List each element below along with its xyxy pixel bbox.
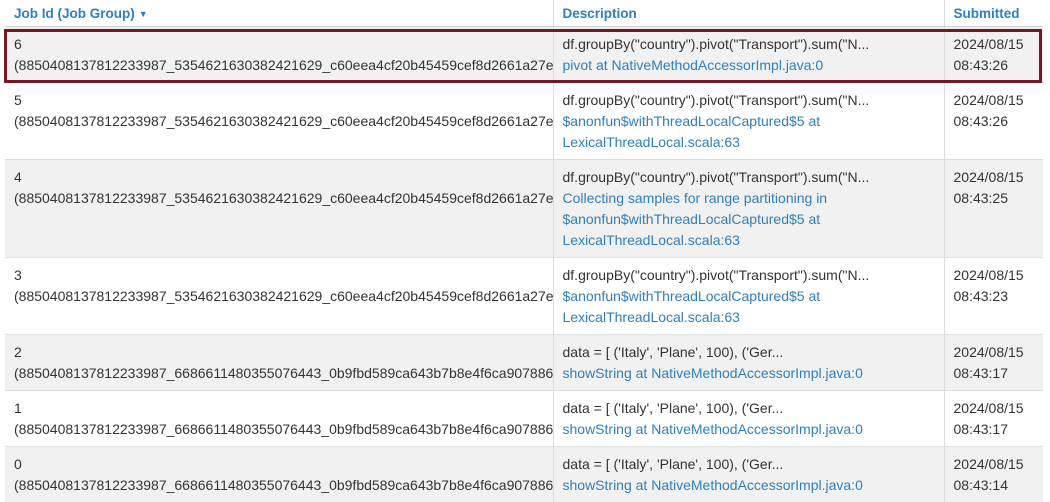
job-group: (8850408137812233987_6686611480355076443… (14, 475, 553, 496)
job-group: (8850408137812233987_5354621630382421629… (14, 111, 553, 132)
column-header-job-id[interactable]: Job Id (Job Group) ▼ (5, 0, 553, 27)
submitted-time: 08:43:26 (954, 55, 1044, 76)
job-id-cell: 5(8850408137812233987_535462163038242162… (5, 83, 553, 160)
stage-description-link[interactable]: showString at NativeMethodAccessorImpl.j… (563, 475, 944, 496)
job-group: (8850408137812233987_5354621630382421629… (14, 55, 553, 76)
description-cell: data = [ ('Italy', 'Plane', 100), ('Ger.… (553, 335, 944, 391)
stage-description-link[interactable]: $anonfun$withThreadLocalCaptured$5 at (563, 111, 944, 132)
description-cell: df.groupBy("country").pivot("Transport")… (553, 27, 944, 83)
job-id-cell: 2(8850408137812233987_668661148035507644… (5, 335, 553, 391)
table-row[interactable]: 1(8850408137812233987_668661148035507644… (5, 391, 1043, 447)
submitted-cell: 2024/08/1508:43:14 (944, 447, 1043, 502)
table-row[interactable]: 5(8850408137812233987_535462163038242162… (5, 83, 1043, 160)
job-description-text: data = [ ('Italy', 'Plane', 100), ('Ger.… (563, 454, 944, 475)
submitted-cell: 2024/08/1508:43:23 (944, 258, 1043, 335)
description-cell: data = [ ('Italy', 'Plane', 100), ('Ger.… (553, 447, 944, 502)
job-id: 5 (14, 90, 553, 111)
job-id: 6 (14, 34, 553, 55)
job-group: (8850408137812233987_5354621630382421629… (14, 286, 553, 307)
job-description-text: data = [ ('Italy', 'Plane', 100), ('Ger.… (563, 342, 944, 363)
description-cell: df.groupBy("country").pivot("Transport")… (553, 160, 944, 258)
submitted-cell: 2024/08/1508:43:26 (944, 27, 1043, 83)
column-header-description[interactable]: Description (553, 0, 944, 27)
submitted-date: 2024/08/15 (954, 454, 1044, 475)
job-id: 2 (14, 342, 553, 363)
stage-description-link[interactable]: LexicalThreadLocal.scala:63 (563, 132, 944, 153)
description-cell: data = [ ('Italy', 'Plane', 100), ('Ger.… (553, 391, 944, 447)
submitted-time: 08:43:17 (954, 363, 1044, 384)
submitted-date: 2024/08/15 (954, 90, 1044, 111)
description-cell: df.groupBy("country").pivot("Transport")… (553, 258, 944, 335)
submitted-time: 08:43:25 (954, 188, 1044, 209)
job-description-text: data = [ ('Italy', 'Plane', 100), ('Ger.… (563, 398, 944, 419)
table-row[interactable]: 4(8850408137812233987_535462163038242162… (5, 160, 1043, 258)
job-id: 3 (14, 265, 553, 286)
stage-description-link[interactable]: pivot at NativeMethodAccessorImpl.java:0 (563, 55, 944, 76)
job-id-cell: 4(8850408137812233987_535462163038242162… (5, 160, 553, 258)
submitted-cell: 2024/08/1508:43:26 (944, 83, 1043, 160)
submitted-date: 2024/08/15 (954, 342, 1044, 363)
table-row[interactable]: 3(8850408137812233987_535462163038242162… (5, 258, 1043, 335)
submitted-date: 2024/08/15 (954, 398, 1044, 419)
submitted-time: 08:43:17 (954, 419, 1044, 440)
description-cell: df.groupBy("country").pivot("Transport")… (553, 83, 944, 160)
job-id-cell: 0(8850408137812233987_668661148035507644… (5, 447, 553, 502)
job-id: 1 (14, 398, 553, 419)
submitted-time: 08:43:26 (954, 111, 1044, 132)
table-body: 6(8850408137812233987_535462163038242162… (5, 27, 1043, 502)
stage-description-link[interactable]: Collecting samples for range partitionin… (563, 188, 944, 209)
job-description-text: df.groupBy("country").pivot("Transport")… (563, 90, 944, 111)
job-group: (8850408137812233987_6686611480355076443… (14, 363, 553, 384)
job-id: 4 (14, 167, 553, 188)
column-header-job-id-label: Job Id (Job Group) (14, 6, 135, 21)
submitted-cell: 2024/08/1508:43:25 (944, 160, 1043, 258)
submitted-cell: 2024/08/1508:43:17 (944, 391, 1043, 447)
submitted-date: 2024/08/15 (954, 34, 1044, 55)
job-id-cell: 6(8850408137812233987_535462163038242162… (5, 27, 553, 83)
stage-description-link[interactable]: showString at NativeMethodAccessorImpl.j… (563, 363, 944, 384)
column-header-description-label: Description (563, 6, 637, 21)
stage-description-link[interactable]: $anonfun$withThreadLocalCaptured$5 at (563, 209, 944, 230)
job-id-cell: 3(8850408137812233987_535462163038242162… (5, 258, 553, 335)
job-description-text: df.groupBy("country").pivot("Transport")… (563, 34, 944, 55)
sort-descending-icon[interactable]: ▼ (139, 9, 148, 19)
job-id: 0 (14, 454, 553, 475)
submitted-time: 08:43:23 (954, 286, 1044, 307)
table-header-row: Job Id (Job Group) ▼ Description Submitte… (5, 0, 1043, 27)
job-description-text: df.groupBy("country").pivot("Transport")… (563, 265, 944, 286)
column-header-submitted[interactable]: Submitted (944, 0, 1043, 27)
job-description-text: df.groupBy("country").pivot("Transport")… (563, 167, 944, 188)
column-header-submitted-label: Submitted (954, 6, 1020, 21)
submitted-time: 08:43:14 (954, 475, 1044, 496)
stage-description-link[interactable]: $anonfun$withThreadLocalCaptured$5 at (563, 286, 944, 307)
job-group: (8850408137812233987_6686611480355076443… (14, 419, 553, 440)
submitted-date: 2024/08/15 (954, 265, 1044, 286)
table-row[interactable]: 6(8850408137812233987_535462163038242162… (5, 27, 1043, 83)
submitted-date: 2024/08/15 (954, 167, 1044, 188)
jobs-table: Job Id (Job Group) ▼ Description Submitte… (5, 0, 1043, 502)
job-id-cell: 1(8850408137812233987_668661148035507644… (5, 391, 553, 447)
table-row[interactable]: 0(8850408137812233987_668661148035507644… (5, 447, 1043, 502)
table-row[interactable]: 2(8850408137812233987_668661148035507644… (5, 335, 1043, 391)
stage-description-link[interactable]: LexicalThreadLocal.scala:63 (563, 307, 944, 328)
submitted-cell: 2024/08/1508:43:17 (944, 335, 1043, 391)
stage-description-link[interactable]: showString at NativeMethodAccessorImpl.j… (563, 419, 944, 440)
stage-description-link[interactable]: LexicalThreadLocal.scala:63 (563, 230, 944, 251)
job-group: (8850408137812233987_5354621630382421629… (14, 188, 553, 209)
